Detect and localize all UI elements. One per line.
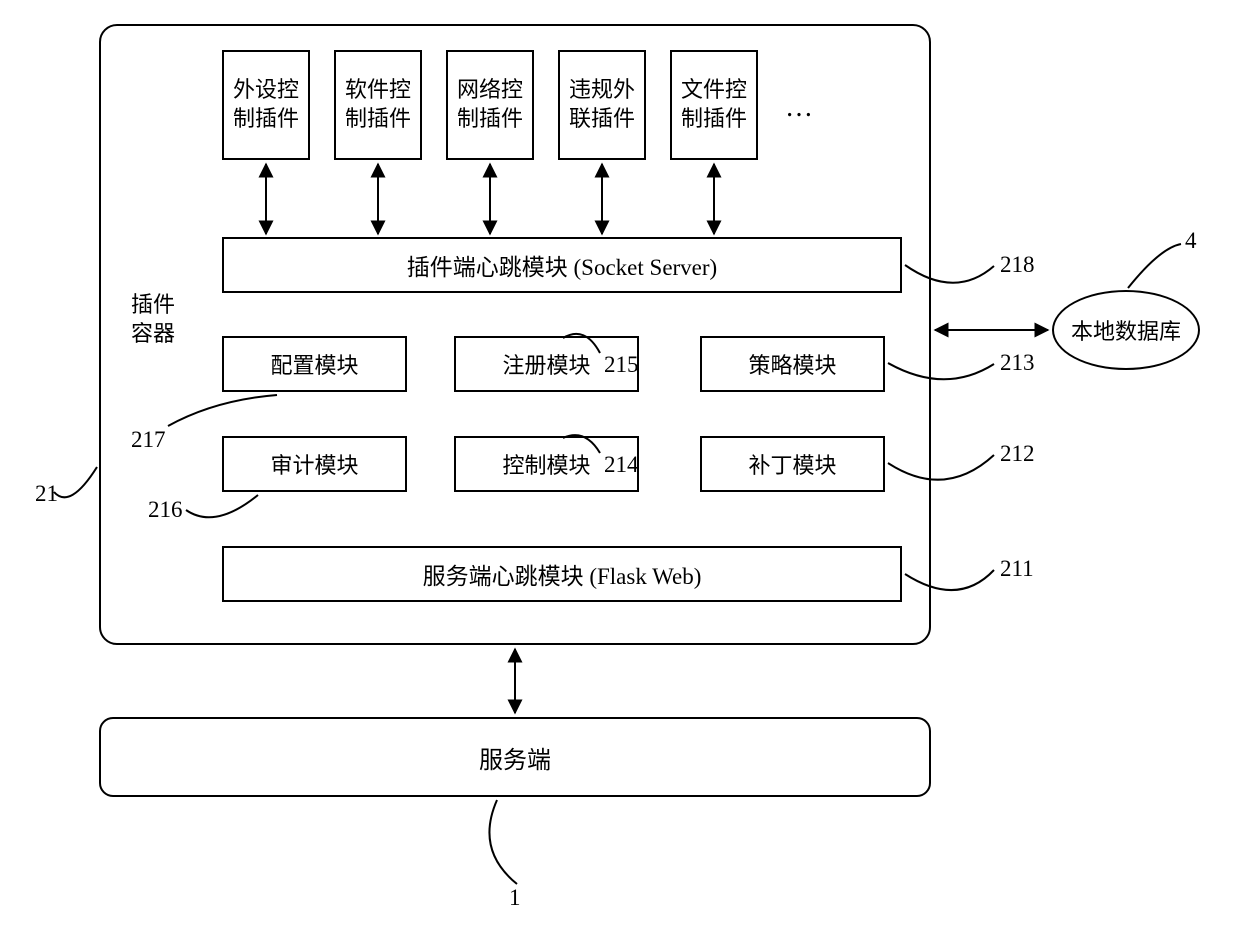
- plugin-container-label: 插件 容器: [131, 291, 175, 348]
- ref-211: 211: [1000, 556, 1034, 582]
- plugin-peripheral: 外设控 制插件: [222, 50, 310, 160]
- flask-web-module: 服务端心跳模块 (Flask Web): [222, 546, 902, 602]
- more-plugins-ellipsis: …: [785, 90, 815, 126]
- ref-214: 214: [604, 452, 639, 478]
- socket-server-module: 插件端心跳模块 (Socket Server): [222, 237, 902, 293]
- module-audit: 审计模块: [222, 436, 407, 492]
- plugin-illegal-out: 违规外 联插件: [558, 50, 646, 160]
- ref-215: 215: [604, 352, 639, 378]
- plugin-network: 网络控 制插件: [446, 50, 534, 160]
- plugin-software: 软件控 制插件: [334, 50, 422, 160]
- local-db: 本地数据库: [1052, 290, 1200, 370]
- module-config: 配置模块: [222, 336, 407, 392]
- module-patch: 补丁模块: [700, 436, 885, 492]
- plugin-file: 文件控 制插件: [670, 50, 758, 160]
- ref-213: 213: [1000, 350, 1035, 376]
- module-strategy: 策略模块: [700, 336, 885, 392]
- ref-21: 21: [35, 481, 58, 507]
- ref-4: 4: [1185, 228, 1197, 254]
- ref-216: 216: [148, 497, 183, 523]
- server-box: 服务端: [99, 717, 931, 797]
- ref-1: 1: [509, 885, 521, 911]
- ref-218: 218: [1000, 252, 1035, 278]
- ref-212: 212: [1000, 441, 1035, 467]
- ref-217: 217: [131, 427, 166, 453]
